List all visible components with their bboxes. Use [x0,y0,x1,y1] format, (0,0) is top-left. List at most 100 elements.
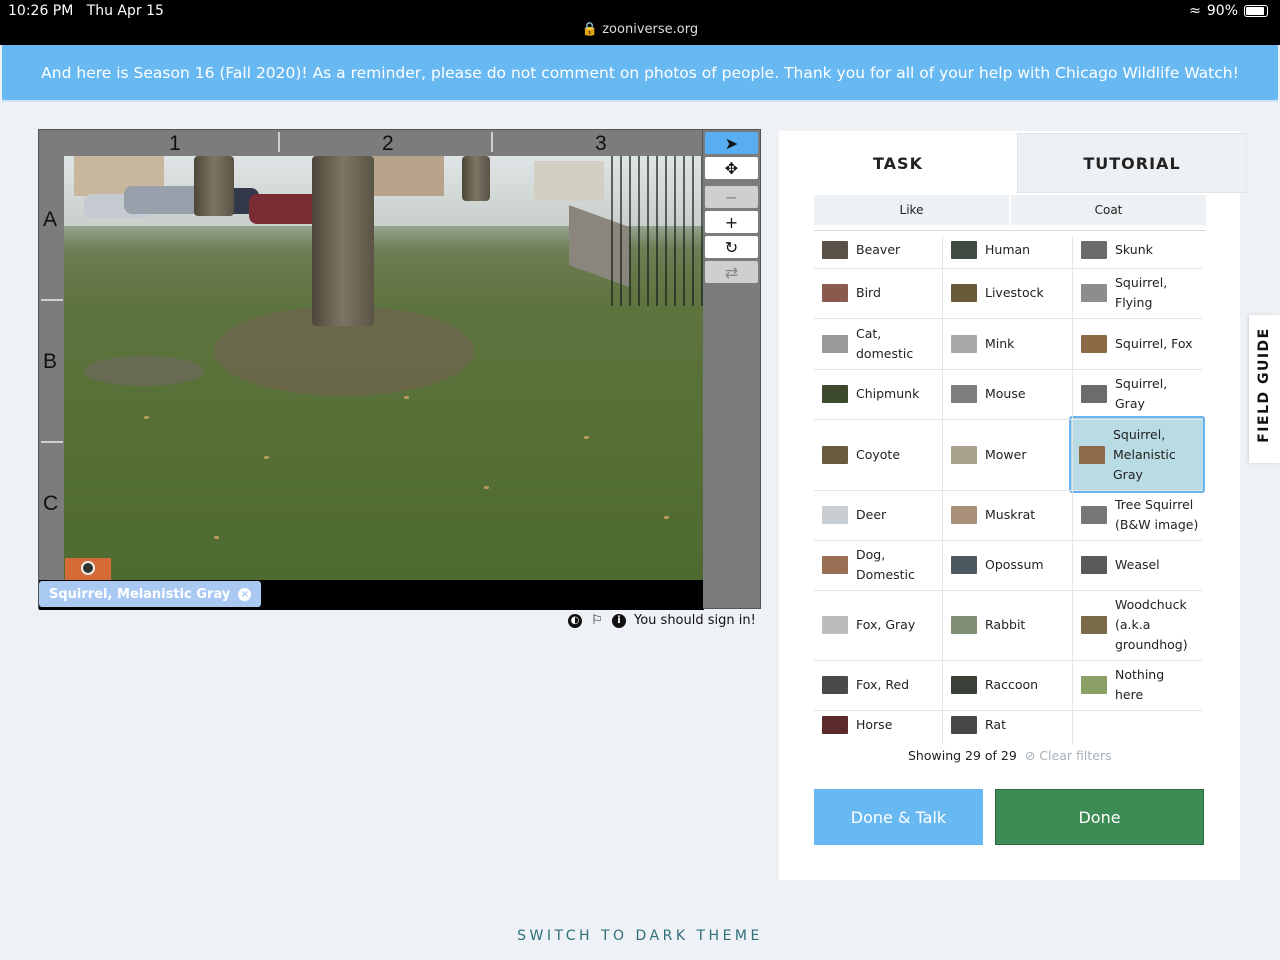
species-label: Raccoon [985,677,1039,692]
species-thumbnail [951,716,977,734]
done-and-talk-button[interactable]: Done & Talk [814,789,983,845]
grid-divider [814,660,1202,661]
species-choice[interactable]: Squirrel, Flying [1073,268,1201,318]
sign-in-notice[interactable]: You should sign in! [634,613,756,628]
info-icon[interactable]: i [612,613,626,628]
species-label: Mink [985,335,1015,351]
species-thumbnail [822,616,848,634]
chip-remove-icon[interactable]: × [238,587,252,601]
column-label-3: 3 [595,132,607,155]
species-choice[interactable]: Fox, Red [814,660,942,710]
tab-tutorial[interactable]: TUTORIAL [1017,133,1247,193]
clear-filters-button[interactable]: ⊘ Clear filters [1025,748,1112,763]
species-choice[interactable]: Mink [943,318,1071,369]
species-label: Nothing here [1115,667,1165,702]
species-choice[interactable]: Squirrel, Melanistic Gray [1069,416,1205,493]
species-label: Fox, Red [856,677,910,692]
subject-viewer[interactable]: 1 2 3 A B C [38,129,704,610]
species-thumbnail [1081,334,1107,353]
species-label: Squirrel, Flying [1115,275,1168,310]
zoom-in-button[interactable]: + [705,211,758,233]
species-thumbnail [822,445,848,464]
row-label-c: C [43,492,59,515]
invert-icon[interactable]: ◐ [568,613,582,628]
showing-count: Showing 29 of 29 [908,748,1017,763]
species-choice[interactable]: Rabbit [943,590,1071,660]
species-choice[interactable]: Beaver [814,232,942,268]
species-choice[interactable]: Livestock [943,268,1071,318]
field-guide-label: FIELD GUIDE [1256,327,1272,443]
field-guide-tab[interactable]: FIELD GUIDE [1249,315,1280,463]
species-choice[interactable]: Muskrat [943,490,1071,540]
grid-divider [814,540,1202,541]
species-choice[interactable]: Squirrel, Gray [1073,369,1201,419]
species-thumbnail [822,716,848,734]
grid-divider [814,419,1202,420]
grid-divider [814,710,1202,711]
species-thumbnail [1081,556,1107,574]
species-label: Squirrel, Melanistic Gray [1113,426,1176,482]
species-choice[interactable]: Raccoon [943,660,1071,710]
species-choice[interactable]: Cat, domestic [814,318,942,369]
photo-dirt [84,356,204,386]
done-button[interactable]: Done [995,789,1204,845]
species-thumbnail [822,334,848,353]
species-thumbnail [951,506,977,524]
species-choice[interactable]: Nothing here [1073,660,1201,710]
species-thumbnail [951,556,977,574]
column-label-2: 2 [382,132,394,155]
species-thumbnail [822,676,848,694]
banner-text: And here is Season 16 (Fall 2020)! As a … [41,63,1239,82]
photo-tree-trunk [312,156,374,326]
species-choice[interactable]: Horse [814,710,942,740]
species-thumbnail [822,241,848,259]
species-choice[interactable]: Skunk [1073,232,1201,268]
species-choice[interactable]: Weasel [1073,540,1201,590]
species-label: Squirrel, Fox [1115,335,1193,351]
announcement-banner: And here is Season 16 (Fall 2020)! As a … [2,45,1278,102]
species-choice[interactable]: Dog, Domestic [814,540,942,590]
species-choice[interactable]: Squirrel, Fox [1073,318,1201,369]
filter-like-button[interactable]: Like [814,195,1009,225]
camera-trap-photo[interactable] [64,156,703,580]
species-choice[interactable]: Coyote [814,419,942,490]
species-choice[interactable]: Fox, Gray [814,590,942,660]
zoom-out-button[interactable]: − [705,186,758,208]
species-label: Bird [856,285,881,300]
species-choice[interactable]: Deer [814,490,942,540]
address-bar[interactable]: 🔒 zooniverse.org [0,22,1280,37]
species-choice[interactable]: Mouse [943,369,1071,419]
species-choice[interactable]: Mower [943,419,1071,490]
flag-icon[interactable]: ⚐ [590,613,604,628]
species-thumbnail [1081,676,1107,694]
rotate-button[interactable]: ↻ [705,236,758,258]
species-choice[interactable]: Bird [814,268,942,318]
switch-dark-theme-button[interactable]: SWITCH TO DARK THEME [0,928,1280,944]
species-thumbnail [951,284,977,302]
pointer-tool-button[interactable]: ➤ [705,132,758,154]
reset-button[interactable]: ⇄ [705,261,758,283]
species-label: Rabbit [985,617,1026,632]
photo-leaf [664,516,669,519]
species-choice[interactable]: Rat [943,710,1071,740]
species-choice[interactable]: Chipmunk [814,369,942,419]
reset-icon: ⇄ [724,262,739,282]
chip-label: Squirrel, Melanistic Gray [49,586,231,602]
species-choice[interactable]: Woodchuck (a.k.a groundhog) [1073,590,1201,660]
grid-column-labels: 1 2 3 [39,130,704,156]
grid-tick [41,299,63,301]
move-tool-button[interactable]: ✥ [705,157,758,179]
row-label-b: B [43,350,58,373]
selected-species-chip[interactable]: Squirrel, Melanistic Gray × [39,581,262,607]
tab-task[interactable]: TASK [779,133,1017,193]
photo-house [534,161,604,201]
species-choice[interactable]: Opossum [943,540,1071,590]
filter-coat-button[interactable]: Coat [1011,195,1206,225]
species-choice[interactable]: Human [943,232,1071,268]
species-label: Cat, domestic [856,325,914,361]
zoom-in-icon: + [724,212,739,232]
photo-leaf [144,416,149,419]
grid-divider [814,268,1202,269]
species-choice[interactable]: Tree Squirrel (B&W image) [1073,490,1201,540]
column-label-1: 1 [169,132,181,155]
